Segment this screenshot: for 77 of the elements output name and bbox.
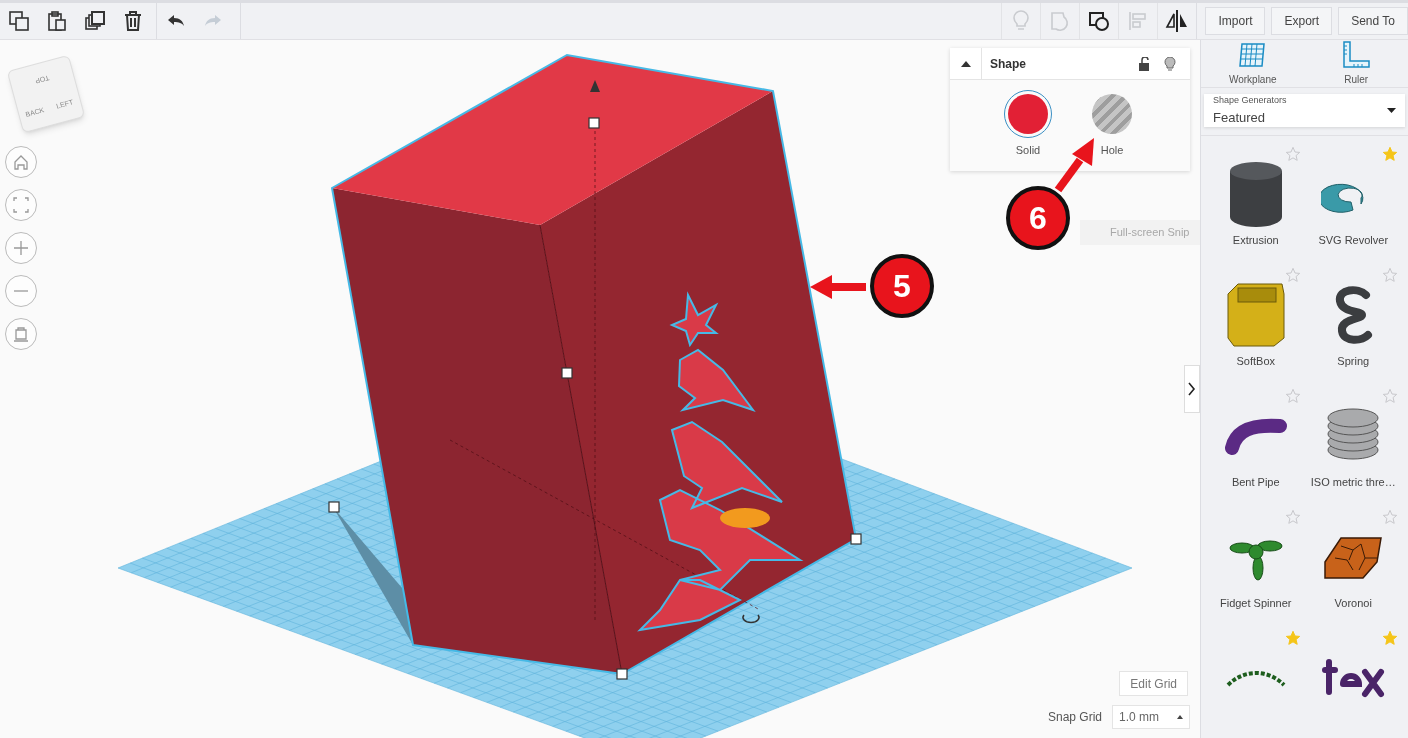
solid-color-swatch: [1008, 94, 1048, 134]
ruler-tool[interactable]: Ruler: [1304, 40, 1408, 87]
shape-name: ISO metric thre…: [1310, 475, 1396, 490]
zoom-in-icon: [13, 240, 29, 256]
trash-icon: [122, 10, 144, 32]
filled-star-icon[interactable]: [1284, 630, 1301, 646]
copy-icon: [8, 10, 30, 32]
zoom-in-button[interactable]: [5, 232, 37, 264]
lightbulb-icon[interactable]: [1164, 56, 1176, 71]
shape-name: SoftBox: [1236, 354, 1275, 369]
caret-up-icon: [959, 59, 972, 68]
step-number-badge: 5: [870, 254, 934, 318]
lift-arrow-icon[interactable]: [590, 80, 600, 92]
chevron-right-icon: [1188, 382, 1196, 396]
hole-option[interactable]: Hole: [1088, 90, 1136, 159]
shape-tile[interactable]: Fidget Spinner: [1207, 505, 1305, 625]
fit-view-icon: [13, 197, 29, 213]
shape-tile[interactable]: ISO metric thre…: [1304, 384, 1402, 504]
ortho-view-icon: [13, 326, 29, 342]
toolbar-button[interactable]: Send To: [1338, 7, 1408, 35]
star-icon[interactable]: [1382, 388, 1398, 404]
dropdown-value: Featured: [1213, 108, 1266, 127]
panel-title: Shape: [990, 55, 1027, 73]
shape-tile[interactable]: Spring: [1304, 263, 1402, 383]
ungroup-icon: [1088, 10, 1111, 32]
filled-star-icon[interactable]: [1382, 146, 1398, 162]
home-icon: [14, 154, 28, 170]
resize-handle[interactable]: [588, 117, 600, 129]
box-shape[interactable]: [330, 53, 858, 676]
unlocked-padlock-icon[interactable]: [1138, 56, 1150, 71]
step-number-badge: 6: [1006, 186, 1070, 250]
shape-name: Fidget Spinner: [1219, 596, 1292, 611]
edit-grid-button[interactable]: Edit Grid: [1119, 671, 1188, 696]
star-icon[interactable]: [1284, 509, 1301, 525]
resize-handle[interactable]: [616, 668, 628, 680]
shape-tile[interactable]: SVG Revolver: [1304, 142, 1402, 262]
caret-down-icon: [1387, 108, 1396, 113]
clipboard-icon: [46, 10, 68, 32]
shape-generators-dropdown[interactable]: Shape Generators Featured: [1204, 94, 1405, 127]
star-icon[interactable]: [1284, 146, 1301, 162]
resize-handle[interactable]: [850, 533, 862, 545]
home-button[interactable]: [5, 146, 37, 178]
zoom-out-button[interactable]: [5, 275, 37, 307]
snip-tooltip: Full-screen Snip: [1080, 220, 1200, 245]
toolbar-button[interactable]: Export: [1271, 7, 1333, 35]
shape-name: Voronoi: [1334, 596, 1372, 611]
snap-grid-dropdown[interactable]: 1.0 mm: [1112, 705, 1190, 729]
shape-name: Extrusion: [1232, 233, 1279, 248]
shape-tile[interactable]: Bent Pipe: [1207, 384, 1305, 504]
resize-handle[interactable]: [328, 501, 340, 513]
shape-tile[interactable]: SoftBox: [1207, 263, 1305, 383]
toolbar-button[interactable]: Import: [1205, 7, 1266, 35]
star-icon[interactable]: [1284, 267, 1301, 283]
annotation-arrow: [1054, 138, 1094, 193]
star-icon[interactable]: [1382, 509, 1398, 525]
shape-name: Spring: [1337, 354, 1370, 369]
duplicate-icon: [84, 10, 106, 32]
ortho-view-button[interactable]: [5, 318, 37, 350]
shape-tile[interactable]: Voronoi: [1304, 505, 1402, 625]
shape-name: SVG Revolver: [1318, 233, 1389, 248]
expand-sidebar-button[interactable]: [1184, 365, 1200, 413]
resize-handle[interactable]: [561, 367, 573, 379]
shape-tile[interactable]: Extrusion: [1207, 142, 1305, 262]
star-icon[interactable]: [1382, 267, 1398, 283]
mirror-icon: [1165, 9, 1190, 33]
hole-stripe-swatch: [1092, 94, 1132, 134]
shape-name: Bent Pipe: [1231, 475, 1280, 490]
rotate-handle-icon[interactable]: [742, 614, 760, 624]
filled-star-icon[interactable]: [1382, 630, 1398, 646]
text-shape-icon: [1321, 658, 1386, 698]
dropdown-caption: Shape Generators: [1213, 94, 1287, 107]
workplane-tool[interactable]: Workplane: [1201, 40, 1305, 87]
caret-up-icon: [1177, 715, 1183, 719]
star-icon[interactable]: [1284, 388, 1301, 404]
snap-grid-label: Snap Grid: [1047, 709, 1102, 726]
fit-view-button[interactable]: [5, 189, 37, 221]
annotation-arrow: [810, 275, 866, 299]
